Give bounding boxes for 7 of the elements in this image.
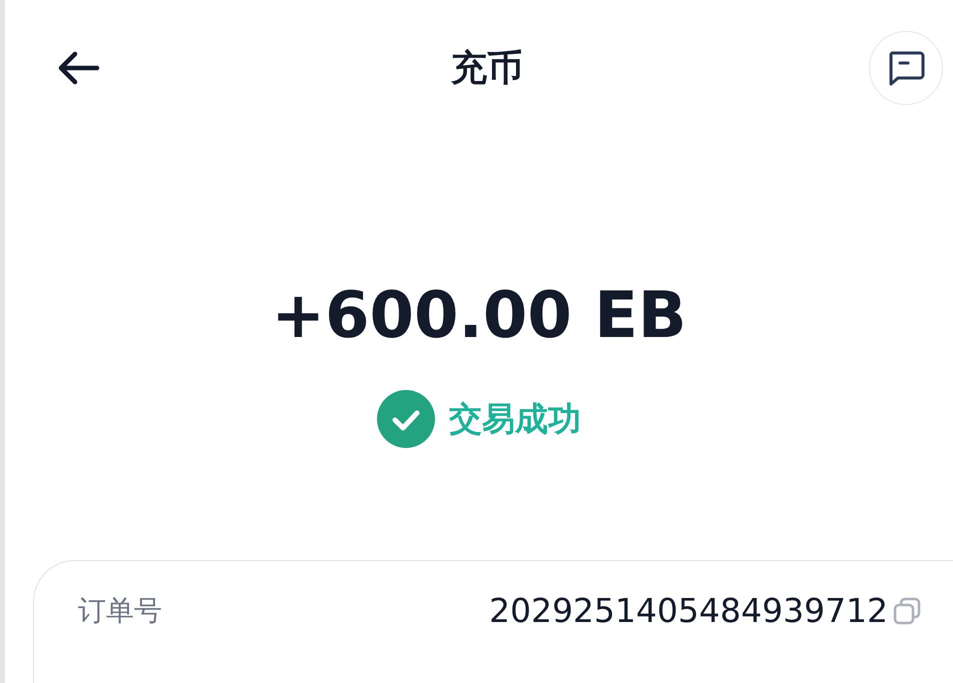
amount-text: +600.00 EB [270,278,688,355]
detail-value: 2029251405484939712 [489,591,888,630]
check-circle-icon [377,390,435,448]
page-title: 充币 [451,46,523,90]
status-text: 交易成功 [449,398,581,440]
arrow-left-icon [57,50,101,86]
detail-label: 订单号 [78,592,162,628]
